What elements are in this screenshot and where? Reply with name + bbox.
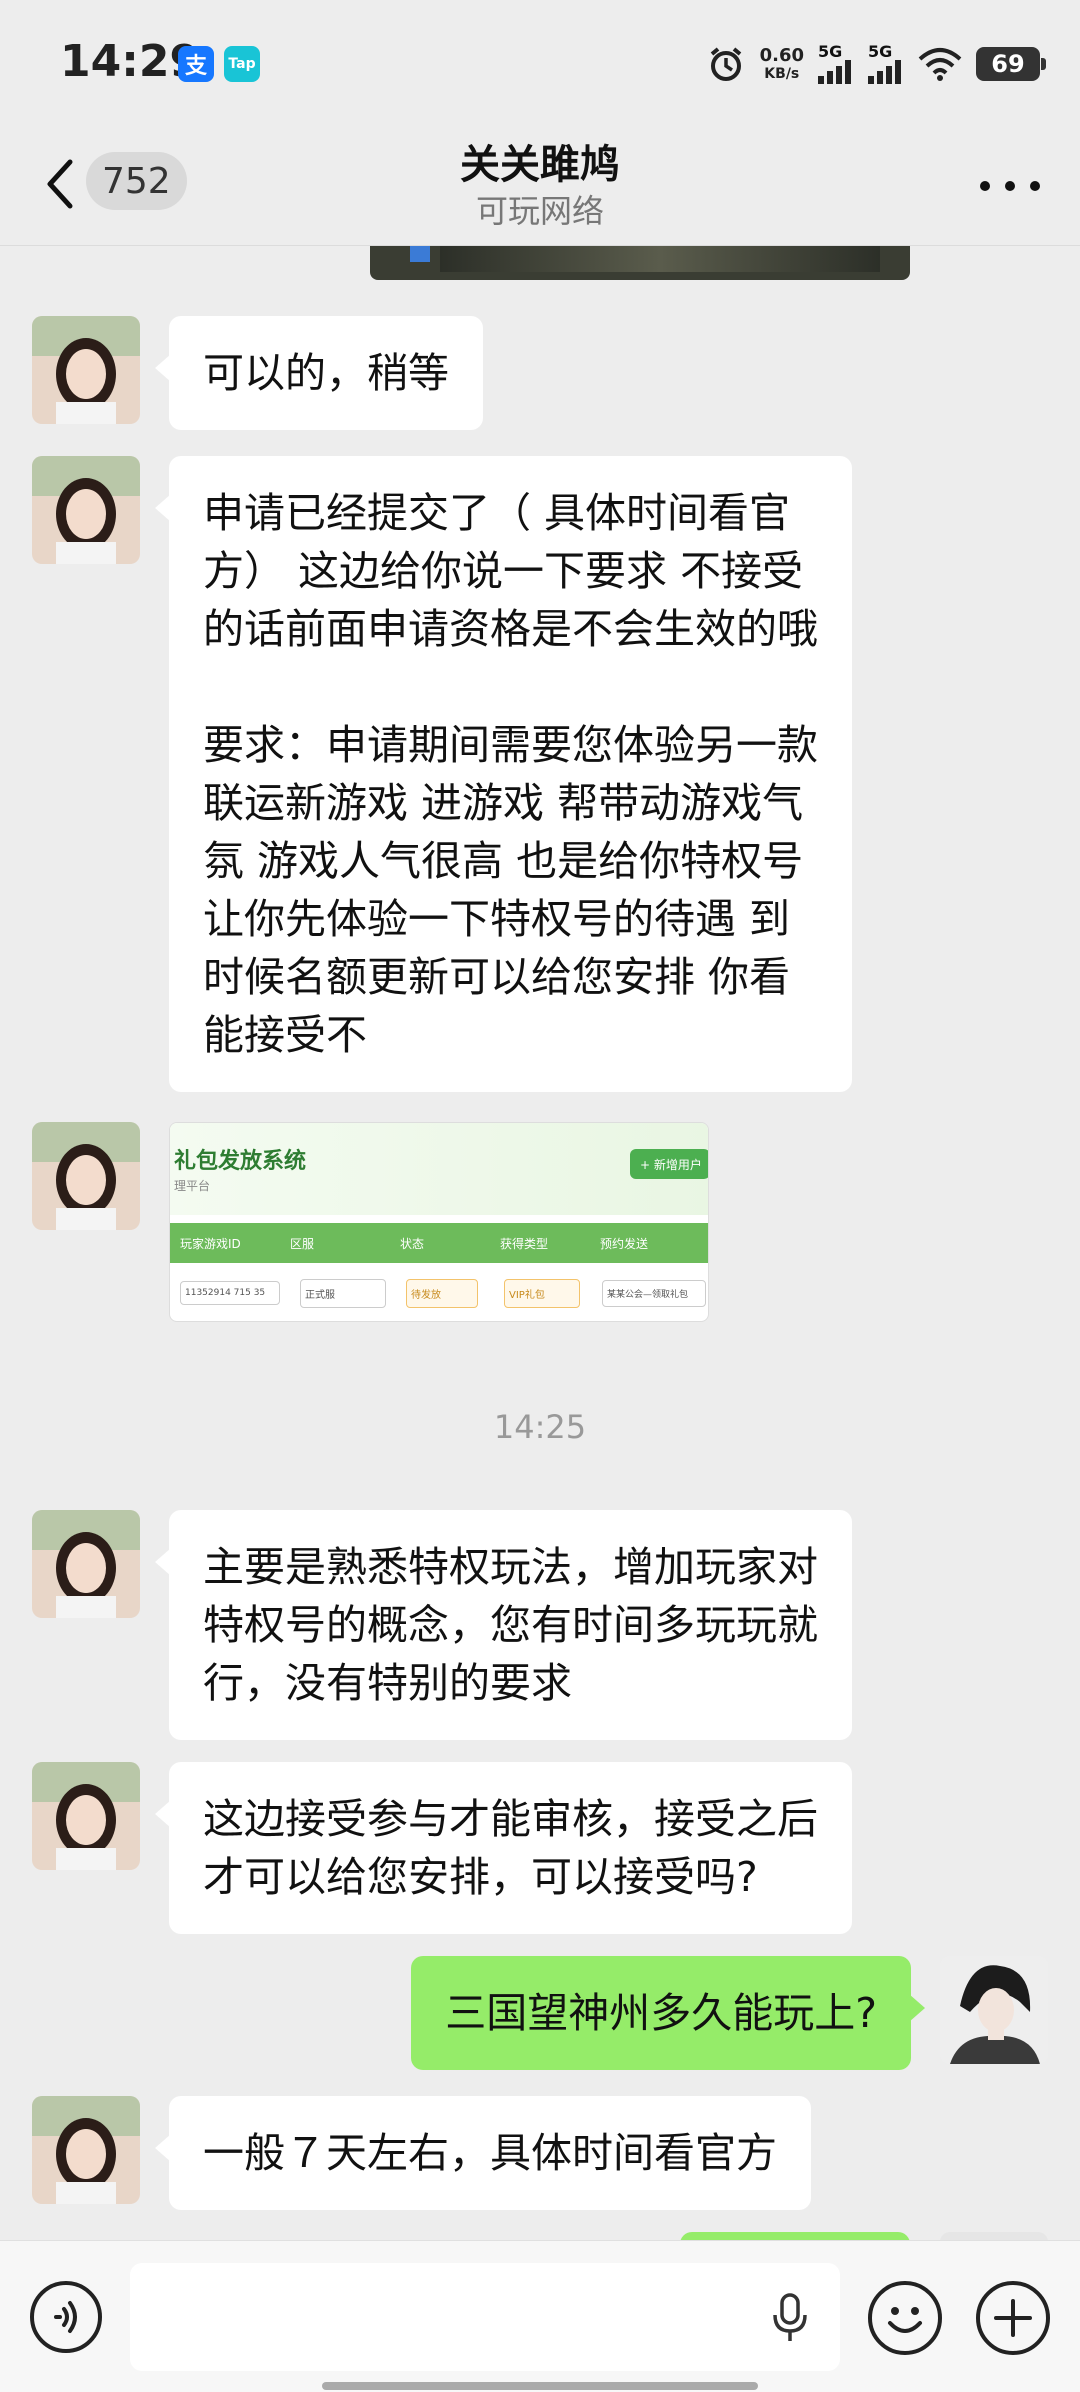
table-cell: 正式服 [300,1278,386,1308]
table-header: 获得类型 [500,1236,549,1251]
more-dots-icon[interactable] [980,166,1040,206]
chat-title: 关关雎鸠 [460,142,620,188]
partial-image-message[interactable] [370,246,910,280]
wifi-icon [918,48,962,81]
input-toolbar [0,2240,1080,2392]
message-bubble[interactable]: 申请已经提交了（ 具体时间看官 方） 这边给你说一下要求 不接受 的话前面申请资… [155,456,852,1092]
net-speed-unit: KB/s [764,66,800,82]
net-speed: 0.60 KB/s [759,45,804,83]
message-bubble[interactable]: 主要是熟悉特权玩法，增加玩家对 特权号的概念，您有时间多玩玩就 行，没有特别的要… [155,1510,852,1740]
message-bubble-self[interactable]: 三国望神州多久能玩上? [411,1956,925,2070]
alarm-icon [710,47,741,81]
avatar[interactable] [32,456,140,564]
table-header: 玩家游戏ID [180,1236,241,1251]
home-indicator[interactable] [322,2382,758,2390]
partial-message-bubble-self[interactable] [680,2232,910,2240]
table-cell: 某某公会—领取礼包 [602,1279,706,1307]
chat-header: 752 关关雎鸠 可玩网络 [0,130,1080,246]
voice-icon[interactable] [30,2281,102,2353]
plus-icon[interactable] [976,2281,1050,2355]
table-header: 预约发送 [600,1236,649,1251]
signal-icon [868,60,901,84]
status-bar: 14:29 支 Tap 0.60 KB/s 5G 5G 69 [0,0,1080,130]
image-title: 礼包发放系统 [174,1149,307,1174]
message-bubble[interactable]: 可以的，稍等 [155,316,483,430]
avatar[interactable] [32,1510,140,1618]
table-cell: VIP礼包 [504,1278,580,1308]
avatar-self[interactable] [940,1956,1048,2064]
mic-icon[interactable] [770,2293,810,2343]
emoji-icon[interactable] [868,2281,942,2355]
message-bubble[interactable]: 这边接受参与才能审核，接受之后 才可以给您安排，可以接受吗? [155,1762,852,1934]
message-timestamp: 14:25 [493,1408,587,1446]
image-message[interactable]: 礼包发放系统 理平台 + 新增用户 玩家游戏ID 区服 状态 获得类型 预约发送… [169,1122,709,1322]
image-subtitle: 理平台 [174,1179,211,1193]
alipay-icon: 支 [178,46,214,82]
battery-icon: 69 [976,47,1046,81]
net-speed-value: 0.60 [759,45,804,66]
table-header: 状态 [400,1236,425,1251]
message-input[interactable] [130,2263,840,2371]
message-list[interactable]: 可以的，稍等 申请已经提交了（ 具体时间看官 方） 这边给你说一下要求 不接受 … [0,246,1080,2240]
image-button: + 新增用户 [630,1149,708,1179]
table-cell: 11352914 715 35 [180,1281,280,1305]
message-bubble[interactable]: 一般７天左右，具体时间看官方 [155,2096,811,2210]
status-indicators: 0.60 KB/s 5G 5G 69 [706,36,1046,92]
avatar[interactable] [32,1122,140,1230]
signal-1: 5G [818,44,854,84]
signal-2: 5G [868,44,904,84]
avatar[interactable] [32,316,140,424]
table-cell: 待发放 [406,1278,478,1308]
avatar[interactable] [32,1762,140,1870]
avatar[interactable] [32,2096,140,2204]
chat-subtitle: 可玩网络 [475,192,604,230]
taptap-icon: Tap [224,46,260,82]
signal-icon [818,60,851,84]
partial-avatar-self [940,2232,1048,2240]
signal-label: 5G [868,42,893,61]
table-header: 区服 [290,1236,315,1251]
signal-label: 5G [818,42,843,61]
